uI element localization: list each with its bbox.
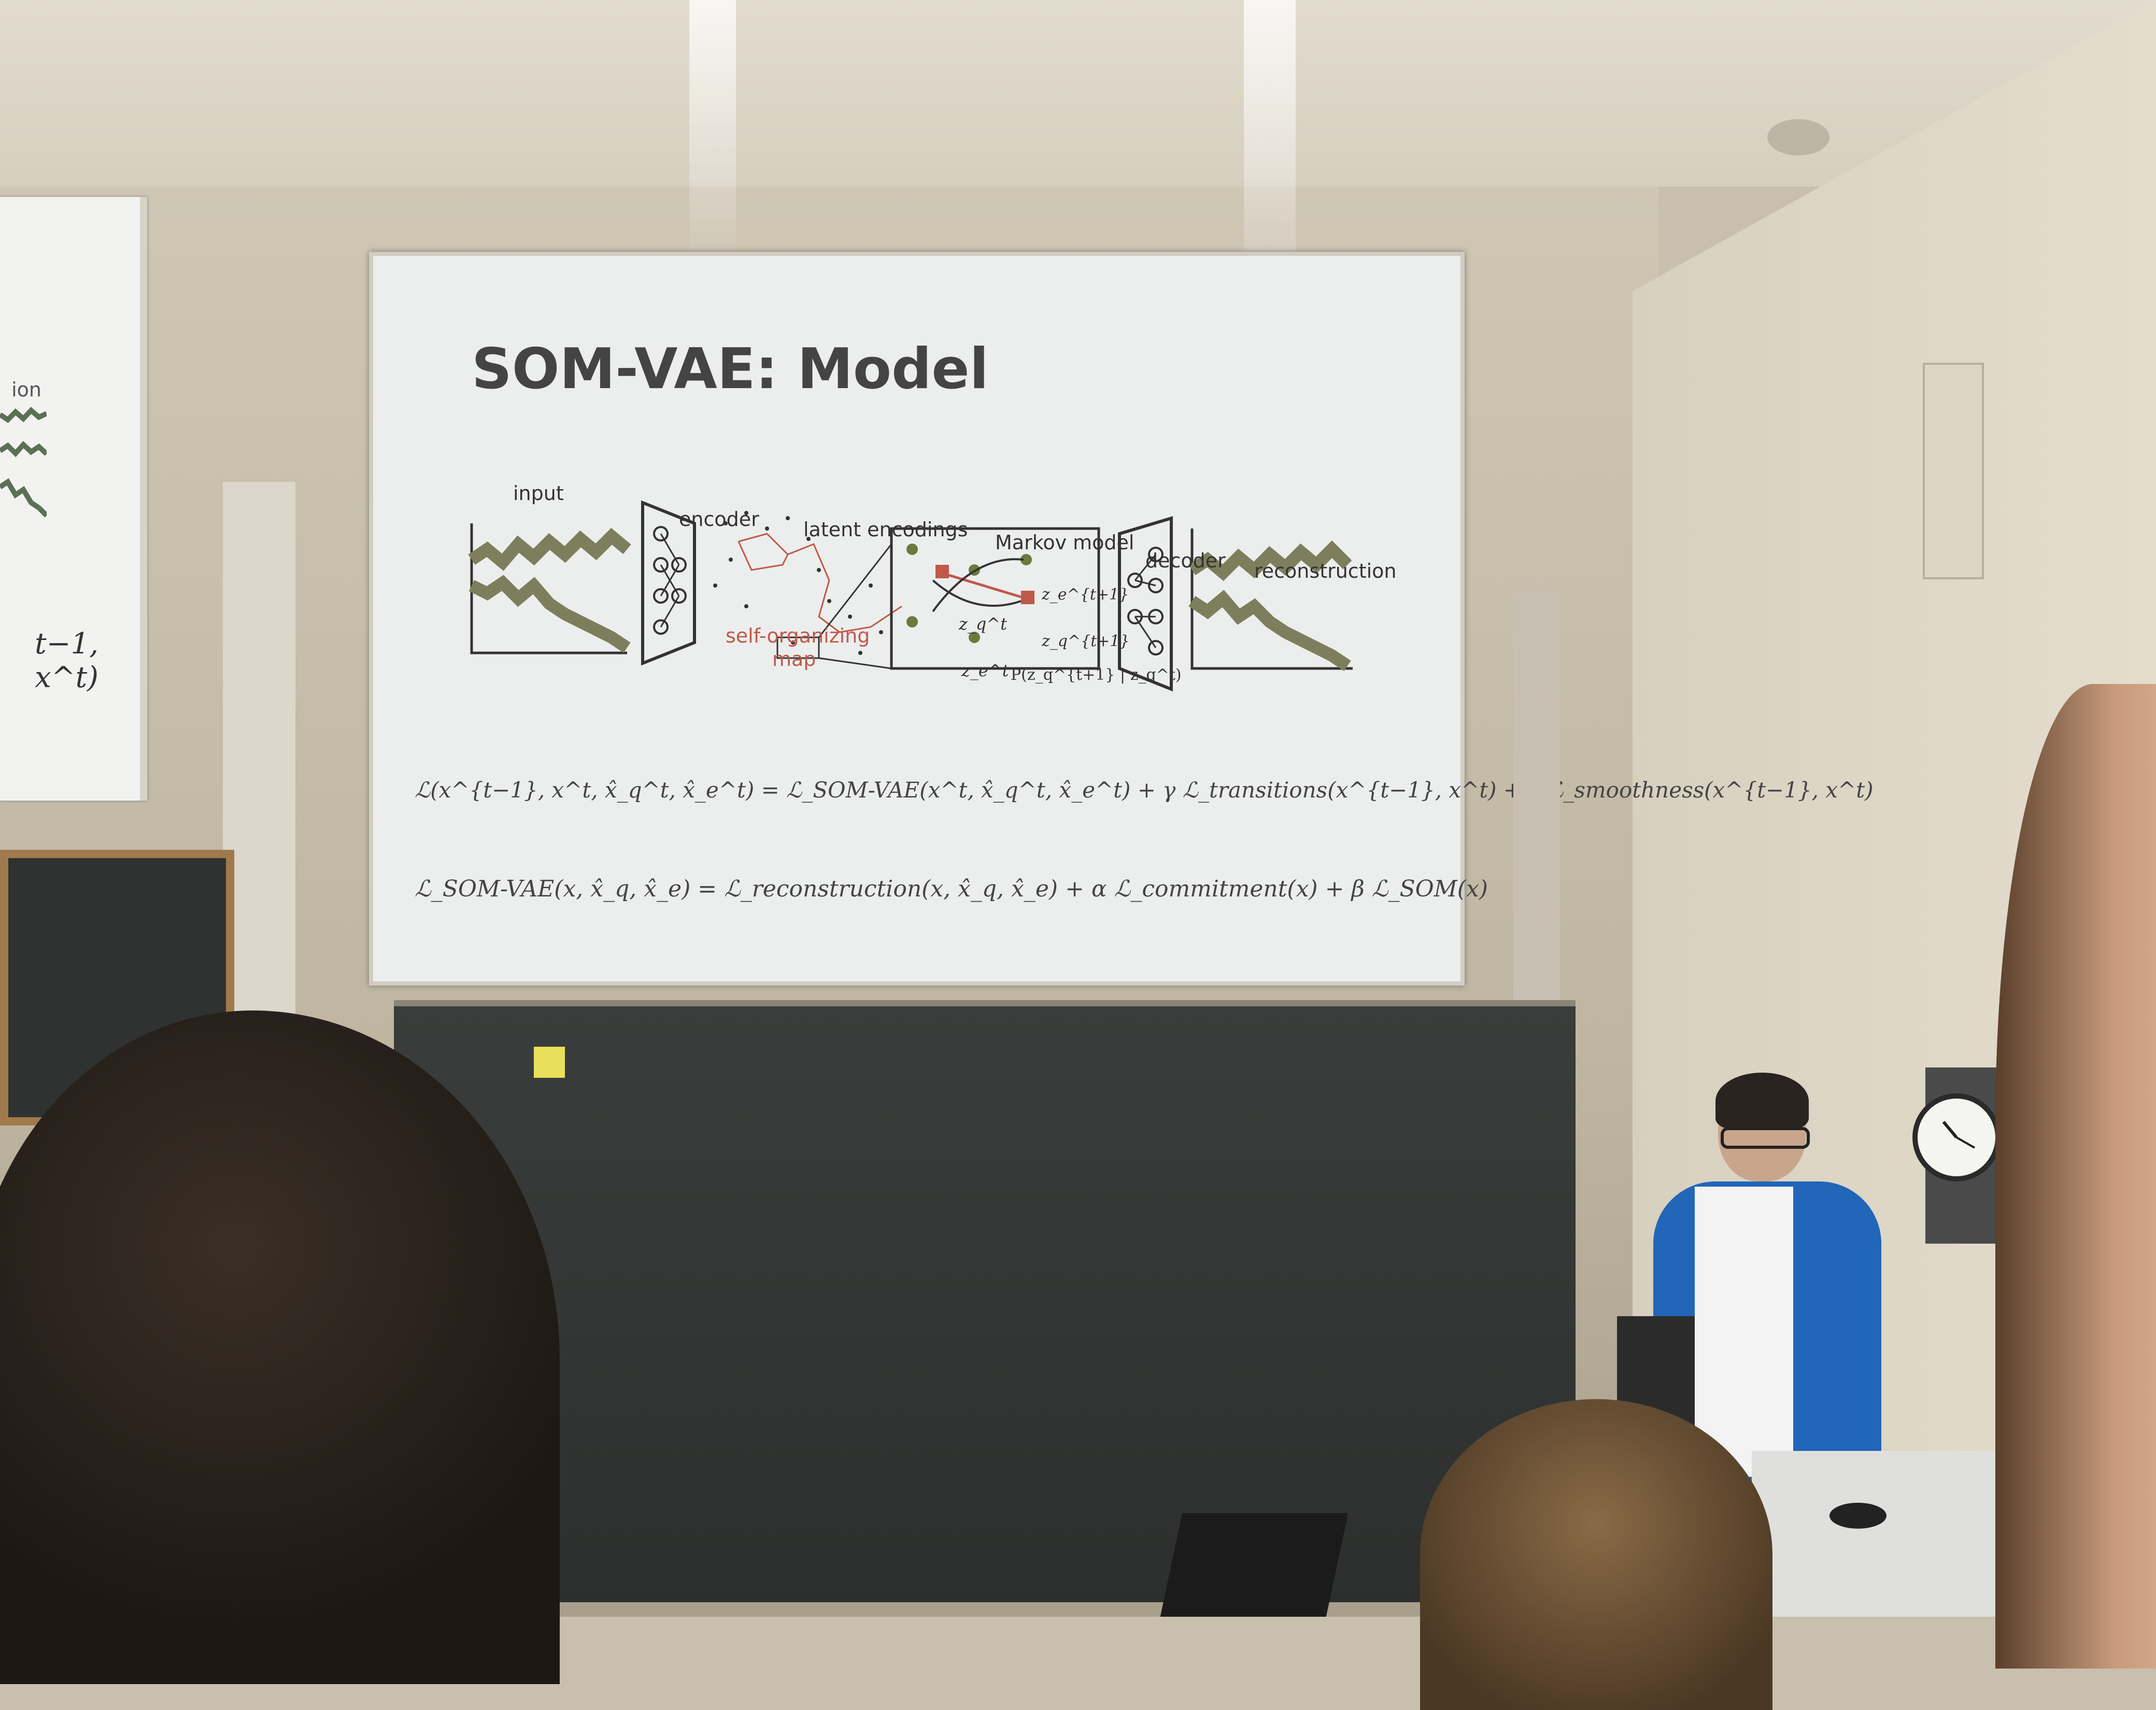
- ceiling: [0, 0, 2156, 187]
- wall-speaker: [1923, 363, 1984, 579]
- label-encoder: encoder: [679, 508, 759, 531]
- clock-hands: [1942, 1121, 1975, 1149]
- left-screen-label: ion: [11, 378, 41, 401]
- model-diagram: input encoder latent encodings Markov mo…: [456, 482, 1399, 741]
- left-screen-formula: t−1, x^t): [35, 627, 98, 694]
- slide-title: SOM-VAE: Model: [472, 337, 989, 402]
- som-grid: [737, 533, 902, 669]
- label-z-q-t1: z_q^{t+1}: [1042, 632, 1130, 650]
- input-plot: [468, 523, 631, 654]
- audience-head-center: [1420, 1399, 1772, 1710]
- label-input: input: [513, 482, 564, 505]
- label-latent-encodings: latent encodings: [803, 518, 968, 541]
- blackboard: [394, 1000, 1576, 1602]
- left-screen-curves: [0, 407, 47, 518]
- speaker-hair: [1715, 1073, 1809, 1130]
- audience-laptop: [1160, 1513, 1349, 1617]
- speaker-shirt: [1695, 1187, 1793, 1477]
- label-map: map: [772, 648, 816, 671]
- label-decoder: decoder: [1145, 549, 1226, 572]
- label-z-q-t: z_q^t: [959, 614, 1008, 634]
- label-transition-prob: P(z_q^{t+1} | z_q^t): [1011, 666, 1182, 684]
- label-z-e-t1: z_e^{t+1}: [1042, 586, 1129, 604]
- wall-clock-icon: [1912, 1093, 2001, 1181]
- label-reconstruction: reconstruction: [1254, 560, 1397, 582]
- ceiling-light: [1767, 119, 1829, 155]
- sticky-note: [534, 1047, 565, 1078]
- equation-total-loss: ℒ(x^{t−1}, x^t, x̂_q^t, x̂_e^t) = ℒ_SOM-…: [415, 777, 1874, 803]
- equation-som-vae-loss: ℒ_SOM-VAE(x, x̂_q, x̂_e) = ℒ_reconstruct…: [415, 876, 1488, 902]
- computer-mouse: [1829, 1503, 1887, 1529]
- light-beam: [689, 0, 736, 269]
- label-self-organizing: self-organizing: [726, 624, 870, 647]
- label-z-e-t: z_e^t: [961, 661, 1009, 680]
- speaker-glasses: [1721, 1127, 1810, 1149]
- label-markov-model: Markov model: [995, 531, 1134, 554]
